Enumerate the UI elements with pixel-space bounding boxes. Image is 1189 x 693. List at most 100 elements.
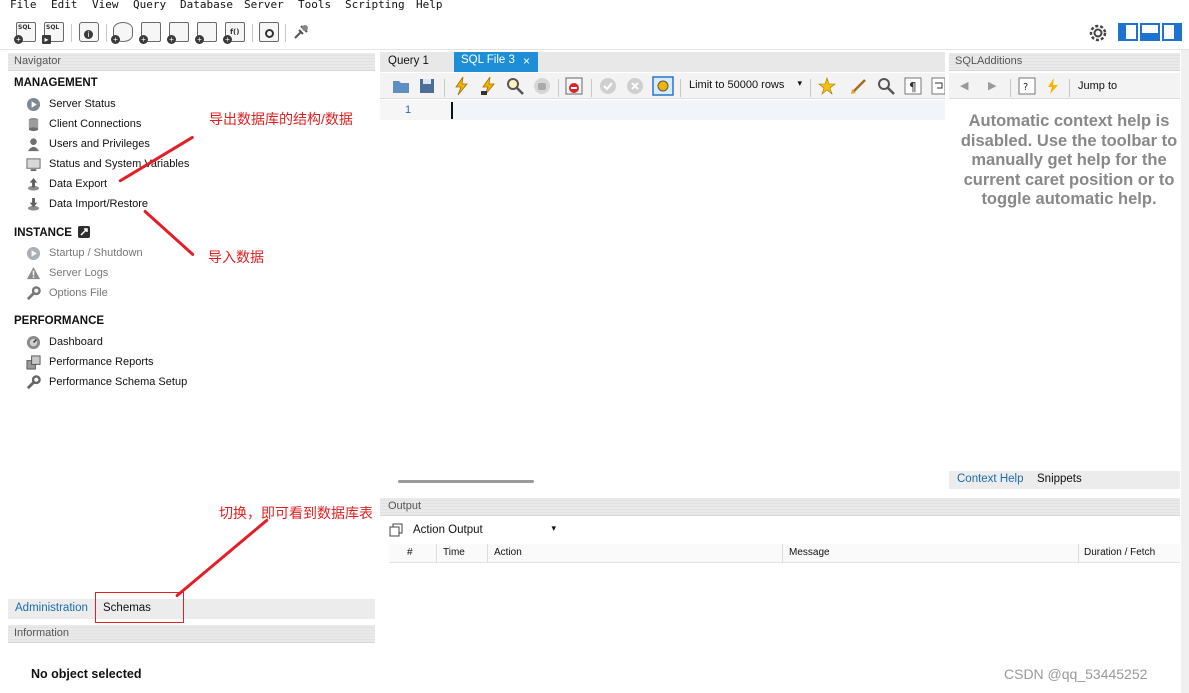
limit-rows-select[interactable]: Limit to 50000 rows ▾ xyxy=(684,77,806,96)
output-table-header: # Time Action Message Duration / Fetch xyxy=(389,544,1180,563)
create-table-button[interactable]: + xyxy=(139,22,161,44)
nav-startup-shutdown[interactable]: Startup / Shutdown xyxy=(26,244,143,262)
line-gutter xyxy=(380,100,450,120)
help-line: disabled. Use the toolbar to xyxy=(960,131,1178,150)
copy-output-icon[interactable] xyxy=(389,523,403,537)
create-view-button[interactable]: + xyxy=(167,22,189,44)
find-magnifier-icon[interactable] xyxy=(877,77,895,95)
nav-performance-schema-setup[interactable]: Performance Schema Setup xyxy=(26,373,187,391)
nav-server-status[interactable]: Server Status xyxy=(26,95,116,113)
svg-text:?: ? xyxy=(1023,82,1028,93)
output-type-select[interactable]: Action Output ▾ xyxy=(408,521,558,541)
tab-context-help[interactable]: Context Help xyxy=(950,470,1030,490)
menu-query[interactable]: Query xyxy=(133,0,166,11)
output-title: Output xyxy=(388,500,422,512)
stop-hand-icon[interactable] xyxy=(533,77,551,95)
nav-users-and-privileges[interactable]: Users and Privileges xyxy=(26,135,150,153)
toggle-output-icon[interactable] xyxy=(1140,23,1160,41)
menu-bar: File Edit View Query Database Server Too… xyxy=(0,0,1189,14)
execute-current-icon[interactable] xyxy=(479,76,497,96)
help-line: Automatic context help is xyxy=(968,112,1170,130)
col-duration: Duration / Fetch xyxy=(1084,547,1156,558)
nav-performance-reports[interactable]: Performance Reports xyxy=(26,353,154,371)
create-procedure-button[interactable]: + xyxy=(195,22,217,44)
annotation-box xyxy=(95,592,184,623)
tab-query-1[interactable]: Query 1 xyxy=(381,52,436,72)
sql-additions-header: SQLAdditions xyxy=(949,53,1180,71)
nav-status-and-system-variables[interactable]: Status and System Variables xyxy=(26,155,189,173)
close-tab-icon[interactable]: × xyxy=(523,54,530,68)
rollback-x-icon[interactable] xyxy=(626,77,644,95)
horizontal-scrollbar[interactable] xyxy=(398,480,534,483)
create-schema-button[interactable]: + xyxy=(111,22,133,44)
nav-options-file[interactable]: Options File xyxy=(26,284,108,302)
current-line-highlight xyxy=(450,100,945,120)
toggle-error-continue-icon[interactable] xyxy=(565,77,584,96)
column-divider xyxy=(436,544,437,562)
col-action: Action xyxy=(494,547,522,558)
beautify-broom-icon[interactable] xyxy=(850,77,868,95)
svg-text:¶: ¶ xyxy=(909,80,917,94)
toggle-secondary-sidebar-icon[interactable] xyxy=(1162,23,1182,41)
no-object-message: No object selected xyxy=(31,667,142,681)
tab-administration[interactable]: Administration xyxy=(8,599,95,619)
search-table-data-button[interactable] xyxy=(259,22,279,42)
manual-help-icon[interactable]: ? xyxy=(1018,77,1036,95)
wrap-lines-icon[interactable] xyxy=(931,77,945,95)
sql-editor[interactable] xyxy=(380,100,945,474)
nav-data-import-restore[interactable]: Data Import/Restore xyxy=(26,195,148,213)
tools-icon xyxy=(26,374,41,389)
dashboard-icon xyxy=(26,335,41,349)
commit-check-icon[interactable] xyxy=(599,77,617,95)
jump-to-select[interactable]: Jump to xyxy=(1078,80,1117,92)
navigator-title: Navigator xyxy=(14,55,62,67)
nav-data-export[interactable]: Data Export xyxy=(26,175,107,193)
execute-lightning-icon[interactable] xyxy=(452,76,470,96)
database-plus-icon: + xyxy=(111,35,120,44)
column-divider xyxy=(1078,544,1079,562)
user-icon xyxy=(27,137,40,151)
menu-edit[interactable]: Edit xyxy=(51,0,78,11)
menu-scripting[interactable]: Scripting xyxy=(345,0,405,11)
main-toolbar: SQL + SQL ▸ i + + + + f() + xyxy=(0,14,1189,50)
open-sql-file-button[interactable]: SQL ▸ xyxy=(42,22,64,44)
inspector-button[interactable]: i xyxy=(79,22,99,42)
nav-server-logs[interactable]: Server Logs xyxy=(26,264,108,282)
gear-icon[interactable] xyxy=(1088,23,1108,43)
menu-file[interactable]: File xyxy=(10,0,37,11)
table-plus-icon: + xyxy=(139,35,148,44)
new-sql-tab-button[interactable]: SQL + xyxy=(14,22,36,44)
nav-label: Status and System Variables xyxy=(49,158,190,170)
save-icon[interactable] xyxy=(419,78,435,94)
monitor-icon xyxy=(26,157,41,171)
nav-client-connections[interactable]: Client Connections xyxy=(26,115,141,133)
menu-database[interactable]: Database xyxy=(180,0,233,11)
explain-magnifier-icon[interactable] xyxy=(506,77,524,95)
menu-help[interactable]: Help xyxy=(416,0,443,11)
menu-view[interactable]: View xyxy=(92,0,119,11)
nav-label: Startup / Shutdown xyxy=(49,247,143,259)
add-snippet-star-icon[interactable] xyxy=(818,77,836,95)
toggle-sidebar-icon[interactable] xyxy=(1118,23,1138,41)
sql-tag-icon: SQL xyxy=(46,24,60,31)
autocommit-toggle-icon[interactable] xyxy=(652,76,674,96)
folder-icon: ▸ xyxy=(42,35,51,44)
import-arrow-icon xyxy=(27,197,40,211)
forward-arrow-icon[interactable]: ▶ xyxy=(988,79,996,92)
reconnect-icon xyxy=(294,25,308,39)
nav-dashboard[interactable]: Dashboard xyxy=(26,333,103,351)
toolbar-separator xyxy=(285,24,286,42)
tab-snippets[interactable]: Snippets xyxy=(1030,470,1089,490)
back-arrow-icon[interactable]: ◀ xyxy=(960,79,968,92)
menu-tools[interactable]: Tools xyxy=(298,0,331,11)
auto-help-icon[interactable] xyxy=(1044,77,1062,95)
invisible-chars-pilcrow-icon[interactable]: ¶ xyxy=(904,77,922,95)
menu-server[interactable]: Server xyxy=(244,0,284,11)
create-function-button[interactable]: f() + xyxy=(223,22,245,44)
instance-status-icon xyxy=(78,226,91,238)
window-edge xyxy=(1181,50,1189,693)
reconnect-button[interactable] xyxy=(291,22,311,42)
open-folder-icon[interactable] xyxy=(392,78,410,94)
tab-sql-file-3[interactable]: SQL File 3 × xyxy=(454,52,538,72)
line-number: 1 xyxy=(405,104,412,116)
